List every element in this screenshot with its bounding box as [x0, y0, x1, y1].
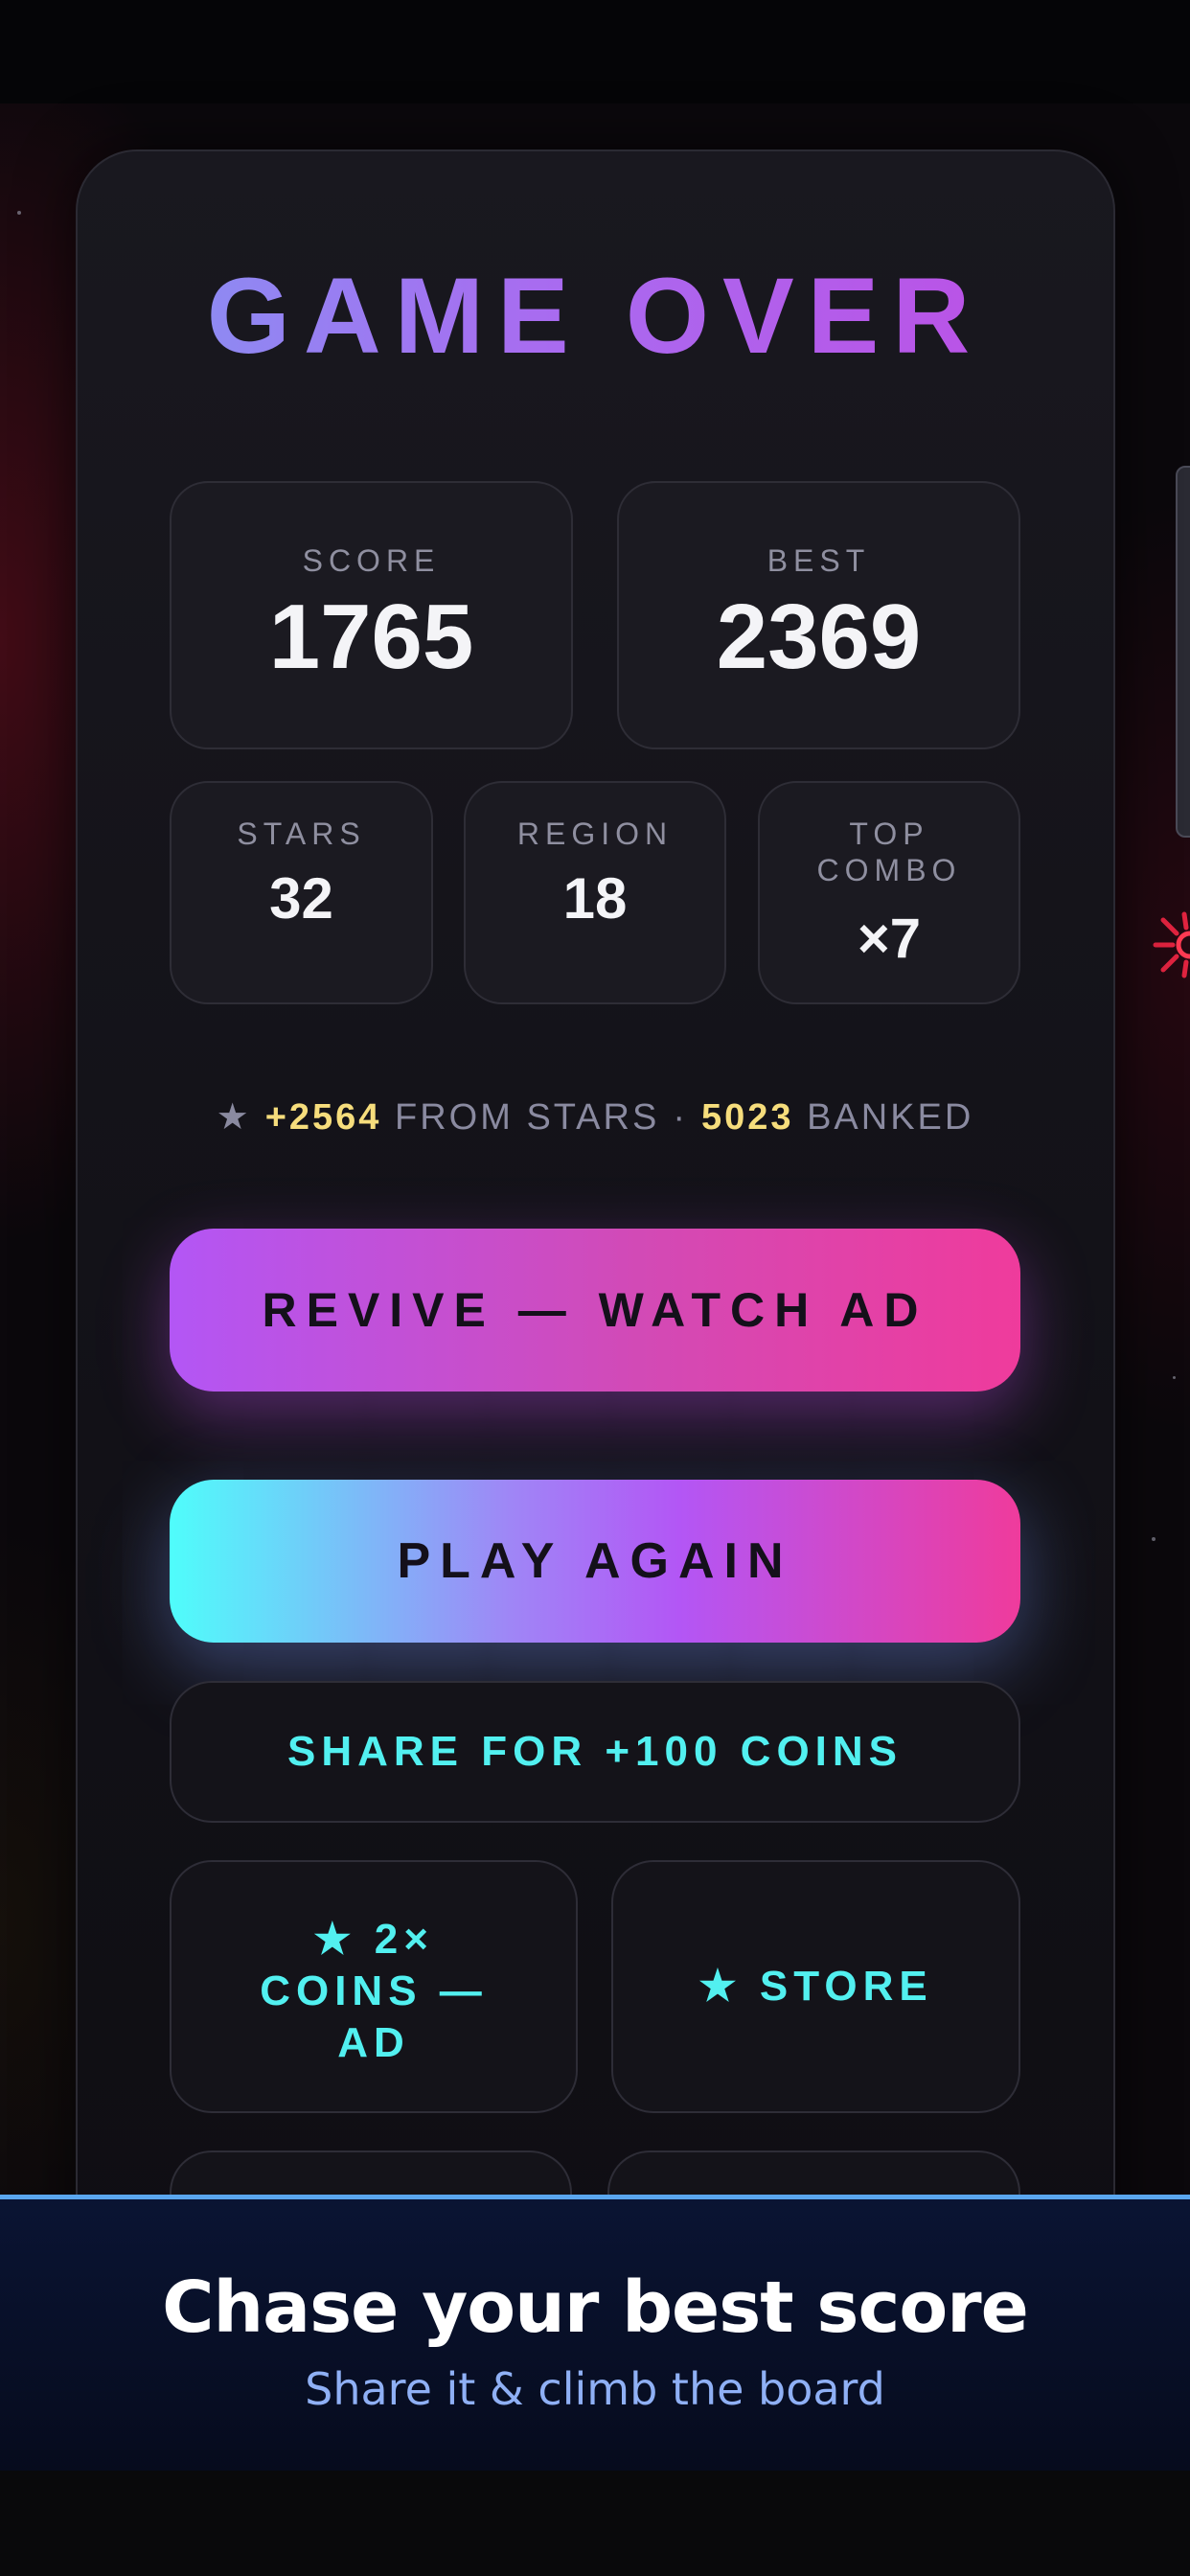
score-value: 1765 [268, 586, 474, 688]
background-star [1152, 1537, 1156, 1541]
star-icon: ★ [216, 1097, 252, 1138]
game-over-title: GAME OVER [0, 259, 1190, 374]
stars-label: STARS [237, 816, 366, 851]
banked-coins-text: BANKED [807, 1097, 974, 1138]
promo-subtitle: Share it & climb the board [305, 2363, 885, 2415]
region-label: REGION [516, 816, 674, 851]
score-card: SCORE 1765 [170, 481, 573, 749]
play-again-button[interactable]: PLAY AGAIN [170, 1480, 1020, 1643]
best-card: BEST 2369 [617, 481, 1020, 749]
coins-summary: ★ +2564 FROM STARS · 5023 BANKED [0, 1094, 1190, 1140]
background-star [17, 211, 21, 215]
spark-icon [1153, 911, 1190, 978]
background-star [1173, 1376, 1176, 1379]
stars-value: 32 [269, 866, 333, 931]
stars-coins-text: FROM STARS [395, 1097, 660, 1138]
revive-watch-ad-button[interactable]: REVIVE — WATCH AD [170, 1229, 1020, 1392]
promo-banner: Chase your best score Share it & climb t… [0, 2195, 1190, 2471]
double-coins-label-line1: ★ 2× [313, 1916, 434, 1963]
share-for-coins-button[interactable]: SHARE FOR +100 COINS [170, 1681, 1020, 1823]
status-bar-area [0, 0, 1190, 104]
top-combo-label-line1: TOP [849, 816, 929, 851]
banked-coins-amount: 5023 [700, 1097, 794, 1138]
best-label: BEST [767, 543, 871, 578]
promo-title: Chase your best score [162, 2266, 1029, 2349]
side-drawer-handle[interactable] [1176, 466, 1190, 838]
top-combo-label-line2: COMBO [816, 853, 962, 887]
double-coins-label-line2: COINS — [260, 1967, 488, 2014]
store-button[interactable]: ★ STORE [611, 1860, 1020, 2113]
region-card: REGION 18 [464, 781, 726, 1004]
best-value: 2369 [716, 586, 922, 688]
bottom-bar [0, 2471, 1190, 2576]
top-combo-card: TOP COMBO ×7 [758, 781, 1020, 1004]
region-value: 18 [562, 866, 628, 931]
double-coins-label-line3: AD [337, 2019, 410, 2066]
stars-coins-amount: +2564 [264, 1097, 382, 1138]
double-coins-ad-button[interactable]: ★ 2× COINS — AD [170, 1860, 578, 2113]
stars-card: STARS 32 [170, 781, 433, 1004]
summary-separator: · [673, 1097, 688, 1138]
top-combo-value: ×7 [857, 908, 922, 970]
score-label: SCORE [302, 543, 441, 578]
